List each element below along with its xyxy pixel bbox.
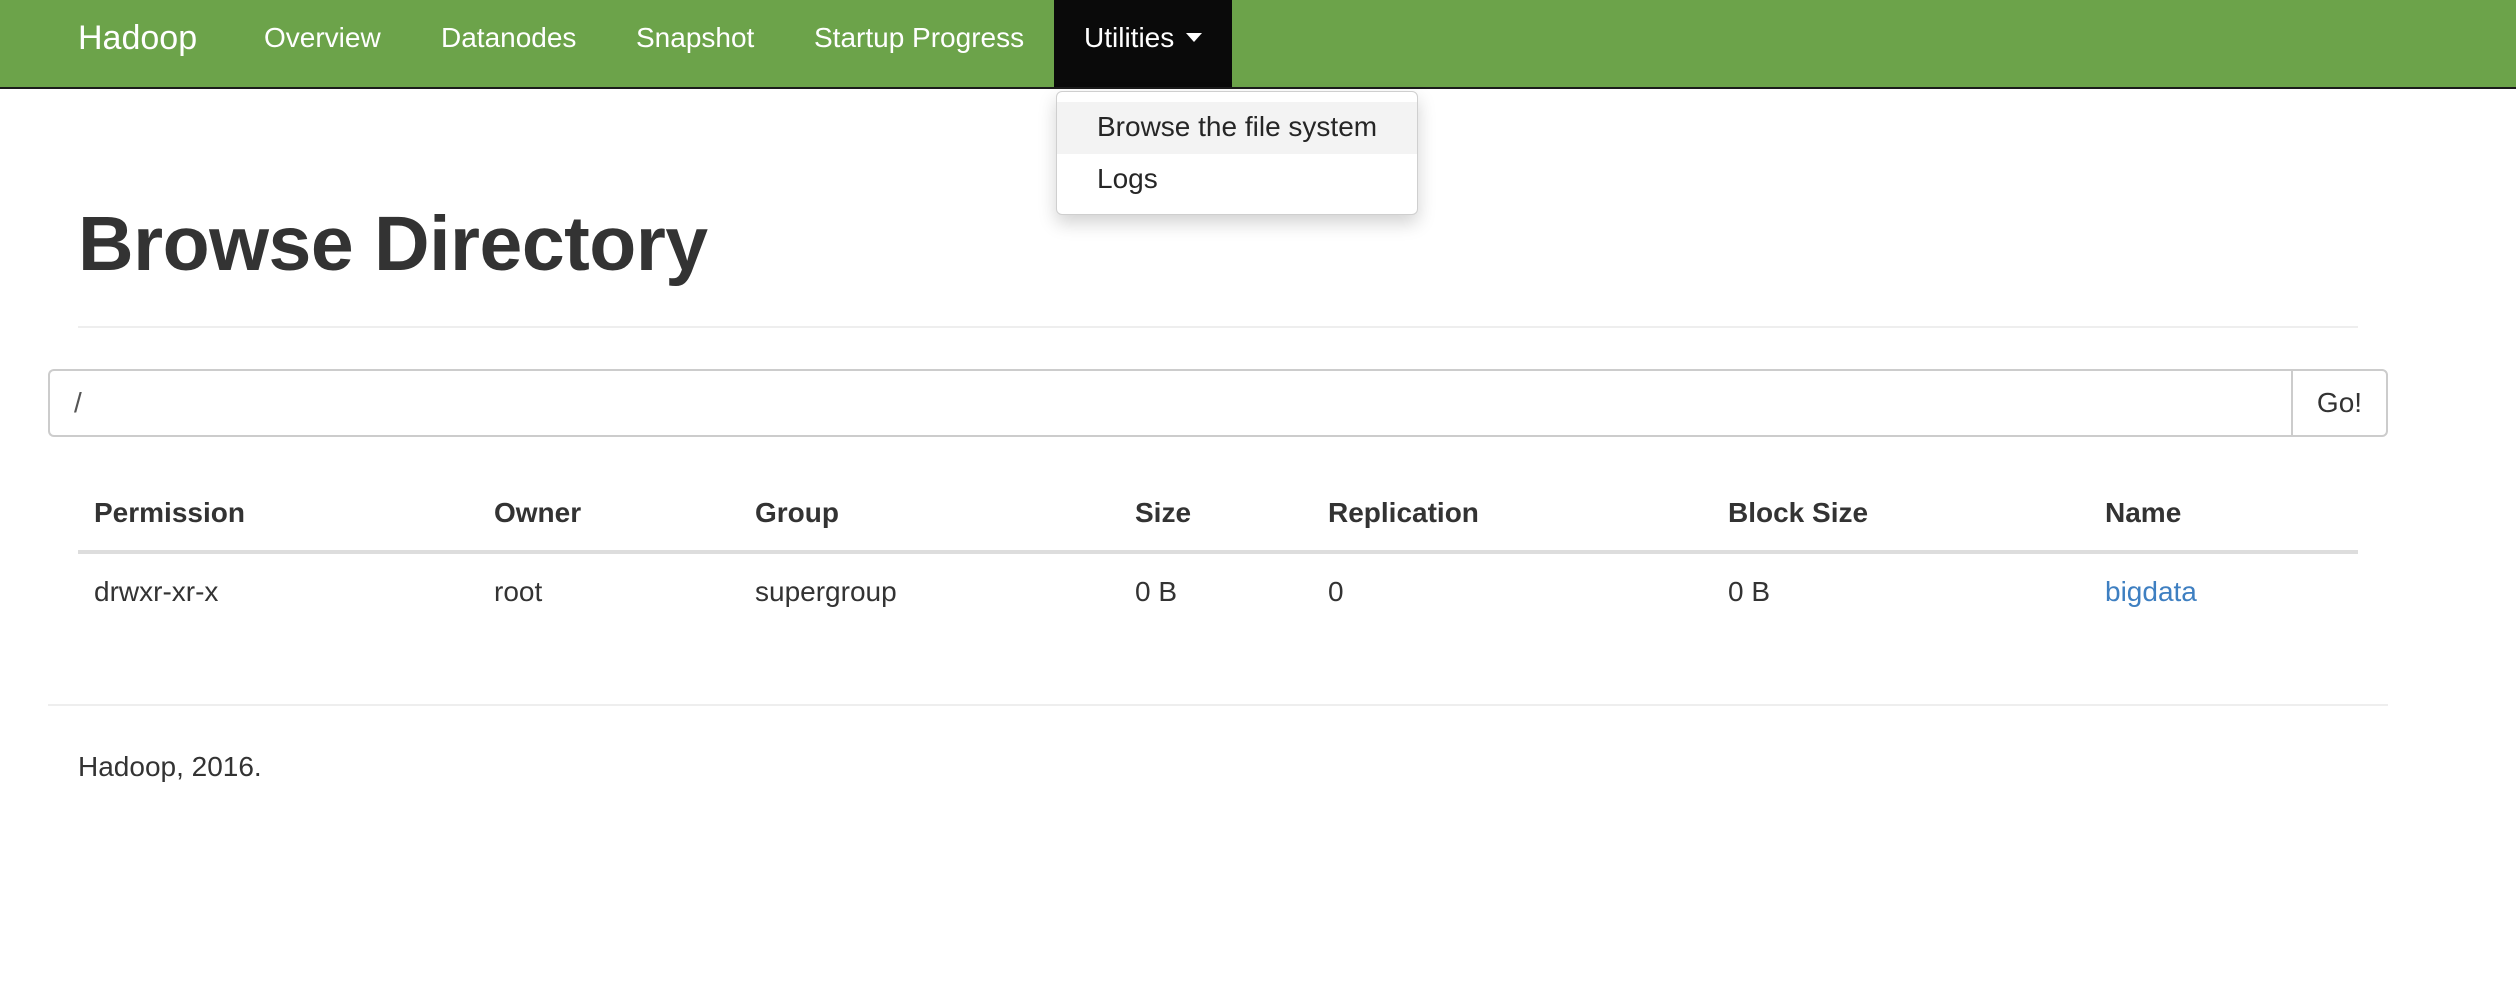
directory-link-bigdata[interactable]: bigdata [2105,576,2197,607]
nav-item-utilities-dropdown[interactable]: Utilities [1054,0,1232,87]
nav-item-utilities-label: Utilities [1084,22,1175,53]
cell-size: 0 B [1135,576,1178,607]
brand-logo-link[interactable]: Hadoop [78,0,197,87]
menu-item-browse-file-system[interactable]: Browse the file system [1057,102,1417,154]
column-header-owner[interactable]: Owner [478,476,739,554]
cell-replication: 0 [1328,576,1344,607]
title-divider [78,326,2358,328]
column-header-group[interactable]: Group [739,476,1119,554]
footer-divider [48,704,2388,706]
cell-name: bigdata [2089,552,2358,630]
caret-down-icon [1186,33,1203,43]
column-header-size[interactable]: Size [1119,476,1312,554]
directory-listing-table: Permission Owner Group Size Replication … [78,476,2358,630]
footer-text: Hadoop, 2016. [78,751,262,782]
column-header-block-size[interactable]: Block Size [1712,476,2089,554]
cell-group: supergroup [755,576,897,607]
nav-item-startup-progress[interactable]: Startup Progress [814,0,1024,87]
column-header-permission[interactable]: Permission [78,476,478,554]
nav-item-snapshot[interactable]: Snapshot [636,0,754,87]
table-header-row: Permission Owner Group Size Replication … [78,476,2358,554]
cell-permission: drwxr-xr-x [94,576,219,607]
column-header-name[interactable]: Name [2089,476,2358,554]
go-button[interactable]: Go! [2291,369,2388,437]
nav-item-overview[interactable]: Overview [264,0,381,87]
page-title: Browse Directory [78,201,708,287]
utilities-dropdown-menu: Browse the file system Logs [1056,91,1418,215]
menu-item-logs[interactable]: Logs [1057,154,1417,206]
top-navbar: Hadoop Overview Datanodes Snapshot Start… [0,0,2516,89]
cell-owner: root [494,576,543,607]
directory-path-input[interactable] [48,369,2293,437]
cell-block-size: 0 B [1728,576,1771,607]
nav-item-datanodes[interactable]: Datanodes [441,0,576,87]
column-header-replication[interactable]: Replication [1312,476,1712,554]
table-row: drwxr-xr-x root supergroup 0 B 0 0 B big… [78,552,2358,630]
